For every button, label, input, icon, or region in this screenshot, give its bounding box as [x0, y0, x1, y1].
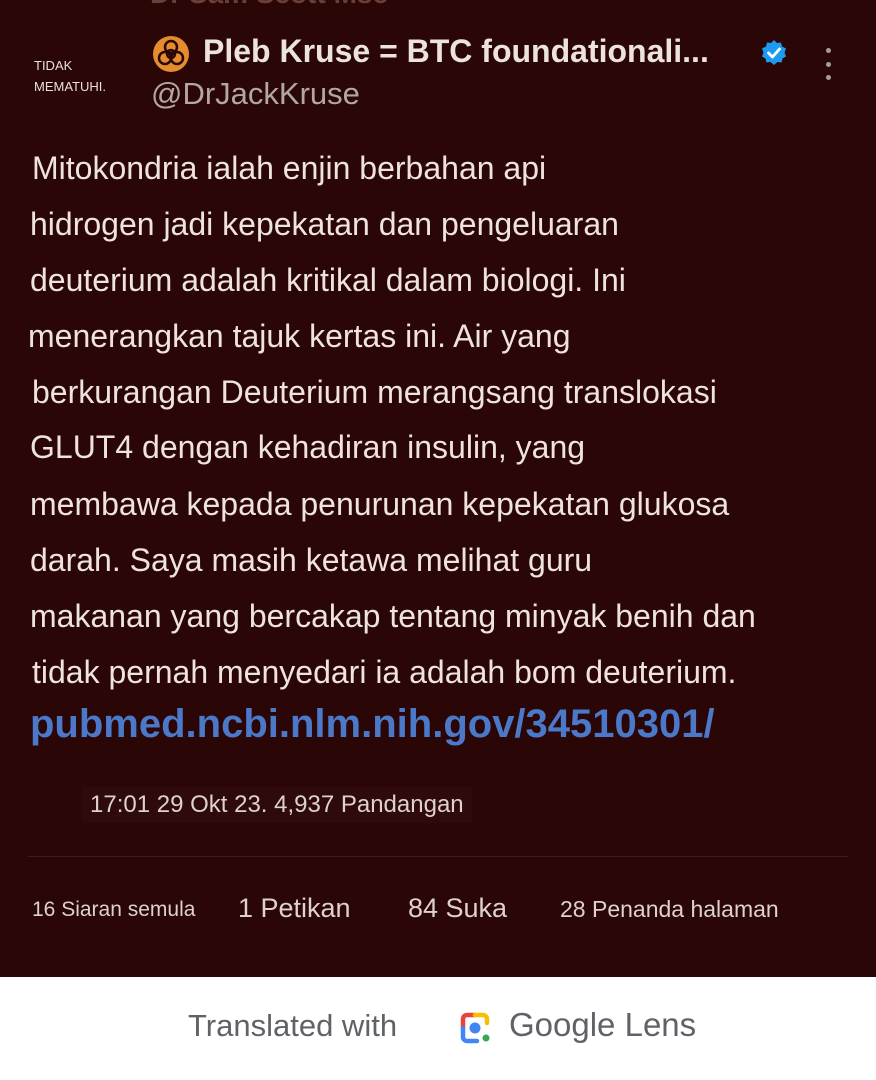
lens-product-text: Lens [624, 1006, 697, 1043]
tweet-body-line: deuterium adalah kritikal dalam biologi.… [30, 262, 626, 298]
tweet-body-line: membawa kepada penurunan kepekatan gluko… [30, 486, 730, 522]
google-brand-text: Google [509, 1006, 616, 1043]
tweet-timestamp-views[interactable]: 17:01 29 Okt 23. 4,937 Pandangan [82, 787, 472, 823]
google-lens-icon [455, 1008, 495, 1048]
tweet-body-line: hidrogen jadi kepekatan dan pengeluaran [30, 206, 619, 242]
pubmed-link[interactable]: pubmed.ncbi.nlm.nih.gov/34510301/ [30, 702, 715, 747]
google-lens-brand: Google Lens [509, 1006, 696, 1044]
label-tag-line1: TIDAK [34, 58, 73, 73]
bookmarks-count[interactable]: 28 Penanda halaman [560, 896, 779, 923]
tweet-body-line: makanan yang bercakap tentang minyak ben… [30, 598, 756, 634]
tweet-body-line: darah. Saya masih ketawa melihat guru [30, 542, 593, 578]
tweet-body-line: GLUT4 dengan kehadiran insulin, yang [30, 429, 586, 465]
translated-with-label: Translated with [188, 1008, 398, 1043]
tweet-body-line: Mitokondria ialah enjin berbahan api [32, 150, 547, 186]
quotes-count[interactable]: 1 Petikan [238, 893, 351, 924]
author-name[interactable]: Pleb Kruse = BTC foundationali... [203, 33, 709, 70]
tweet-body-line: berkurangan Deuterium merangsang translo… [32, 374, 717, 410]
tweet-body-line: tidak pernah menyedari ia adalah bom deu… [32, 654, 737, 690]
biohazard-icon[interactable] [153, 36, 189, 72]
tweet-card: Dr Sam Scott Msc TIDAK MEMATUHI. Pleb Kr… [0, 0, 876, 977]
clipped-header-text: Dr Sam Scott Msc [150, 0, 388, 10]
tweet-body-line: menerangkan tajuk kertas ini. Air yang [28, 318, 571, 354]
likes-count[interactable]: 84 Suka [408, 893, 507, 924]
google-lens-banner [0, 977, 876, 1080]
label-tag-line2: MEMATUHI. [34, 79, 106, 94]
label-tag: TIDAK MEMATUHI. [34, 55, 106, 97]
reposts-count[interactable]: 16 Siaran semula [32, 898, 195, 922]
author-handle[interactable]: @DrJackKruse [151, 76, 360, 112]
more-options-icon[interactable] [820, 48, 836, 80]
divider [28, 856, 848, 857]
verified-badge-icon [760, 39, 788, 67]
